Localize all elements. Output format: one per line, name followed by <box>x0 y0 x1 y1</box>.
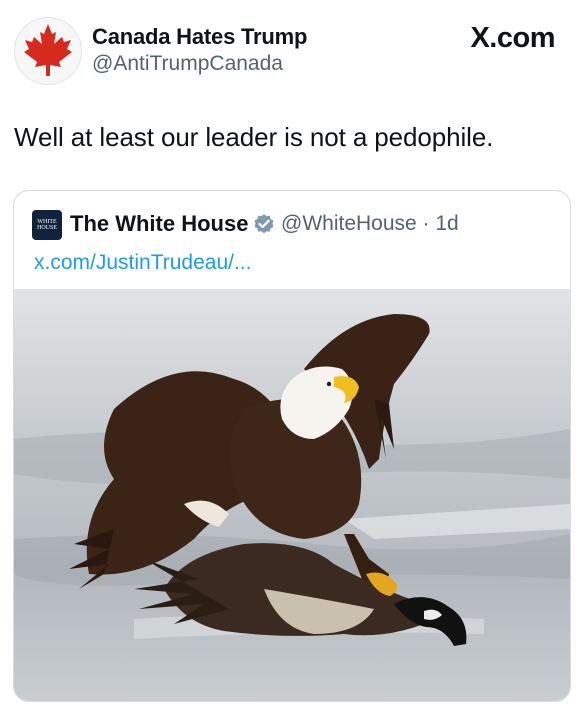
quoted-author-avatar[interactable]: WHITE HOUSE <box>32 210 62 240</box>
author-display-name[interactable]: Canada Hates Trump <box>92 24 307 50</box>
quoted-author-handle-and-time[interactable]: @WhiteHouse · 1d <box>281 212 459 236</box>
x-brand-logo: X.com <box>470 22 555 54</box>
quoted-post-photo[interactable] <box>14 289 570 701</box>
author-handle[interactable]: @AntiTrumpCanada <box>92 52 283 76</box>
maple-leaf-icon <box>15 18 81 84</box>
post-header: Canada Hates Trump @AntiTrumpCanada X.co… <box>0 0 585 90</box>
profile-avatar[interactable] <box>14 17 82 85</box>
verified-badge-icon <box>254 214 274 234</box>
quoted-post-card[interactable]: WHITE HOUSE The White House @WhiteHouse … <box>13 190 571 702</box>
quoted-post-link[interactable]: x.com/JustinTrudeau/... <box>34 251 251 275</box>
quoted-author-name[interactable]: The White House <box>70 211 248 237</box>
post-text: Well at least our leader is not a pedoph… <box>14 122 494 152</box>
